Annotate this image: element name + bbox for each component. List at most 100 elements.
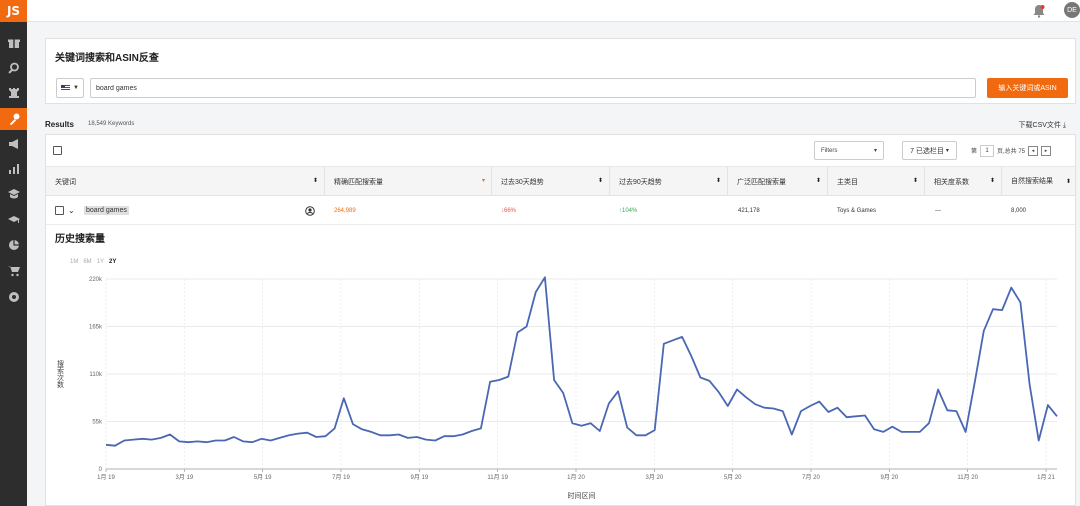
x-tick-label: 7月 20 [802, 474, 820, 481]
chevron-down-icon: ▼ [73, 85, 79, 91]
table-header: 关键词 ⬍ 精确匹配搜索量 ▾ 过去30天趋势 ⬍ 过去90天趋势 ⬍ 广泛匹配搜索量 ⬍… [46, 167, 1075, 196]
column-select-dropdown[interactable]: 7 已选栏目 ▾ [902, 141, 957, 160]
column-header-trend-30[interactable]: 过去30天趋势 ⬍ [492, 167, 610, 196]
column-header-label: 精确匹配搜索量 [334, 178, 383, 186]
download-csv-button[interactable]: 下载CSV文件 ⤓ [1019, 120, 1066, 130]
x-axis-title: 时间区间 [568, 491, 596, 500]
pie-icon[interactable] [0, 234, 27, 256]
sort-icon: ⬍ [597, 178, 603, 184]
column-header-broad-volume[interactable]: 广泛匹配搜索量 ⬍ [728, 167, 828, 196]
search-icon[interactable] [0, 57, 27, 79]
column-select-label: 7 已选栏目 [910, 147, 944, 155]
x-tick-label: 11月 19 [487, 474, 508, 481]
table-toolbar: Filters ▾ 7 已选栏目 ▾ 第 1 页,总共 75 ◂ ▸ [46, 135, 1075, 167]
prev-page-button[interactable]: ◂ [1028, 145, 1039, 156]
avatar[interactable]: DE [1064, 2, 1080, 18]
x-tick-label: 9月 19 [410, 474, 428, 481]
category-cell: Toys & Games [837, 207, 877, 214]
search-input[interactable] [90, 78, 976, 98]
table-row[interactable]: ⌄ board games 264,989 ↓ 66% ↑ 104% 421,178… [46, 196, 1075, 225]
relevance-cell: --- [935, 207, 941, 214]
cart-icon[interactable] [0, 260, 27, 282]
pager-suffix: 页,总共 75 [997, 149, 1026, 155]
filters-dropdown[interactable]: Filters ▾ [814, 141, 884, 160]
country-select[interactable]: ▼ [56, 78, 84, 98]
series-line [105, 276, 1058, 447]
sort-icon: ⬍ [989, 178, 995, 184]
academy-icon[interactable] [0, 183, 27, 205]
y-tick-label: 0 [99, 467, 103, 473]
chess-icon[interactable] [0, 82, 27, 104]
x-tick-label: 1月 20 [567, 474, 585, 481]
search-button[interactable]: 输入关键词或ASIN [987, 78, 1068, 98]
column-header-label: 过去30天趋势 [501, 178, 544, 186]
sort-desc-icon: ▾ [481, 178, 485, 184]
results-label: Results [45, 120, 74, 129]
caret-down-icon: ▾ [945, 148, 949, 154]
column-header-label: 过去90天趋势 [619, 178, 662, 186]
x-tick-label: 5月 19 [254, 474, 272, 481]
chart-title: 历史搜索量 [55, 234, 105, 245]
trend-30-cell: ↓ 66% [501, 196, 516, 225]
amazon-icon[interactable] [305, 196, 315, 225]
graduation-icon[interactable] [0, 209, 27, 231]
column-header-trend-90[interactable]: 过去90天趋势 ⬍ [610, 167, 728, 196]
top-bar: DE [27, 0, 1080, 22]
column-header-label: 关键词 [55, 178, 76, 186]
column-header-category[interactable]: 主类目 ⬍ [828, 167, 925, 196]
trend-90-value: 104% [622, 207, 638, 214]
column-header-relevance[interactable]: 相关度系数 ⬍ [925, 167, 1002, 196]
caret-down-icon: ▾ [873, 148, 877, 154]
megaphone-icon[interactable] [0, 133, 27, 155]
page-title: 关键词搜索和ASIN反查 [55, 53, 159, 64]
y-tick-label: 220k [89, 277, 103, 283]
next-page-button[interactable]: ▸ [1041, 145, 1052, 156]
bell-icon[interactable] [1032, 4, 1046, 18]
column-header-exact-volume[interactable]: 精确匹配搜索量 ▾ [325, 167, 492, 196]
expand-row-icon[interactable]: ⌄ [68, 196, 75, 225]
pagination: 第 1 页,总共 75 ◂ ▸ [971, 144, 1052, 157]
gift-icon[interactable] [0, 32, 27, 54]
column-header-keyword[interactable]: 关键词 ⬍ [46, 167, 325, 196]
column-header-label: 相关度系数 [934, 178, 969, 186]
us-flag-icon [61, 85, 71, 91]
y-tick-label: 165k [89, 325, 103, 331]
y-tick-label: 110k [89, 372, 103, 378]
app-logo[interactable]: JS [0, 0, 27, 22]
download-label: 下载CSV文件 [1018, 122, 1061, 129]
sort-icon: ⬍ [312, 178, 318, 184]
sort-icon: ⬍ [815, 178, 821, 184]
bar-chart-icon[interactable] [0, 158, 27, 180]
x-tick-label: 3月 19 [175, 474, 193, 481]
x-tick-label: 11月 20 [957, 474, 978, 481]
row-checkbox[interactable] [55, 206, 64, 215]
x-tick-label: 5月 20 [724, 474, 742, 481]
pager-prefix: 第 [971, 149, 978, 155]
broad-volume-cell: 421,178 [738, 207, 760, 214]
sidebar: JS [0, 0, 27, 506]
column-header-organic[interactable]: 自然搜索结果 ⬍ [1002, 167, 1077, 196]
keyword-chip[interactable]: board games [84, 206, 129, 215]
exact-volume-cell: 264,989 [334, 207, 356, 214]
sort-icon: ⬍ [715, 178, 721, 184]
x-tick-label: 3月 20 [645, 474, 663, 481]
download-icon: ⤓ [1062, 122, 1066, 129]
settings-icon[interactable] [0, 286, 27, 308]
column-header-label: 广泛匹配搜索量 [737, 178, 786, 186]
trend-30-value: 66% [504, 207, 517, 214]
key-icon[interactable] [0, 108, 27, 130]
results-table: Filters ▾ 7 已选栏目 ▾ 第 1 页,总共 75 ◂ ▸ 关键词 ⬍ … [45, 134, 1076, 506]
select-all-checkbox[interactable] [53, 146, 62, 155]
page-input[interactable]: 1 [980, 144, 995, 157]
keyword-cell[interactable]: board games [84, 196, 129, 225]
search-card: 关键词搜索和ASIN反查 ▼ 输入关键词或ASIN [45, 38, 1076, 104]
y-tick-label: 55k [92, 420, 103, 426]
x-tick-label: 7月 19 [332, 474, 350, 481]
column-header-label: 主类目 [837, 178, 858, 186]
results-count: 18,549 Keywords [88, 121, 135, 127]
filters-label: Filters [821, 147, 838, 154]
x-tick-label: 1月 19 [97, 474, 115, 481]
column-header-label: 自然搜索结果 [1011, 177, 1053, 185]
sort-icon: ⬍ [912, 178, 918, 184]
x-tick-label: 1月 21 [1037, 474, 1055, 481]
